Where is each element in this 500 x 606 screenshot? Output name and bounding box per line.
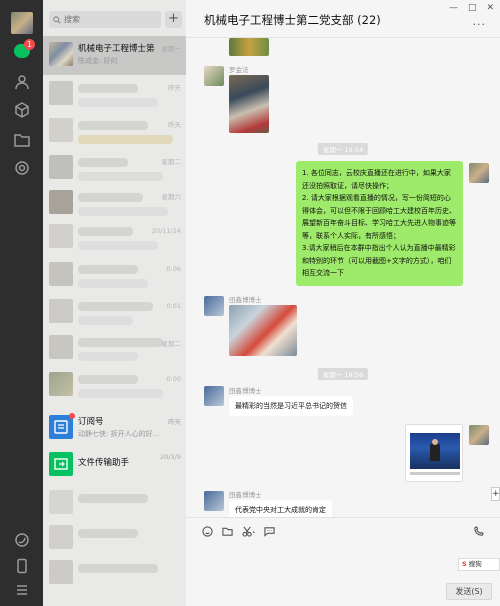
chat-item-time: 昨天 [168,84,181,92]
group-avatar [49,42,73,66]
chat-item-time: 星期二 [161,158,182,166]
add-chat-button[interactable]: + [165,11,182,28]
emoji-icon[interactable] [202,526,213,537]
chat-item-time: 星期一 [161,45,182,53]
chat-item-preview: 陈成金: 好的 [78,57,118,65]
file-transfer-icon [49,452,73,476]
chat-item-time: 0:00 [166,375,181,383]
more-options-button[interactable]: ··· [473,18,487,31]
chat-item-time: 星期二 [161,340,182,348]
my-avatar[interactable] [469,163,489,183]
chat-window: 机械电子工程博士第二党支部 (22) — □ ✕ ··· 罗金法 星期一 19:… [186,0,500,606]
voice-call-icon[interactable] [473,526,484,537]
sent-message[interactable]: 1. 各位同志，云校庆直播还在进行中，如果大家还没拍照取证，请尽快操作； 2. … [296,161,463,286]
contacts-icon[interactable] [12,72,32,92]
search-box[interactable] [49,11,161,28]
window-controls: — □ ✕ [449,3,494,13]
chat-header: 机械电子工程博士第二党支部 (22) — □ ✕ ··· [186,0,500,38]
chat-item-time: 昨天 [168,418,181,426]
sender-name: 田鑫博博士 [229,296,262,304]
chat-item-time: 20/11/24 [151,227,181,235]
unread-badge: 1 [24,39,35,50]
chat-item-name: 文件传输助手 [78,458,130,468]
timestamp: 星期一 19:54 [317,143,369,155]
nav-sidebar: 1 [0,0,43,606]
moments-icon[interactable] [12,158,32,178]
photo-message[interactable] [229,75,269,133]
menu-icon[interactable] [12,580,32,600]
photo-message[interactable] [229,305,297,356]
search-input[interactable] [64,15,154,24]
send-button[interactable]: 发送(S) [446,583,492,600]
folder-icon[interactable] [12,130,32,150]
chat-item-time: 0:06 [166,265,181,273]
mini-program-icon[interactable] [12,530,32,550]
sender-name: 田鑫博博士 [229,387,262,395]
member-avatar[interactable] [204,386,224,406]
chat-item-file-helper[interactable]: 文件传输助手 20/3/9 [43,446,186,485]
timestamp: 星期一 19:56 [317,368,369,380]
chat-history-icon[interactable] [264,526,275,537]
my-avatar[interactable] [469,425,489,445]
chat-title: 机械电子工程博士第二党支部 (22) [204,13,381,27]
chat-item-preview: 动静七侠: 拆开人心的好... [78,430,160,438]
message-input-area[interactable]: S 搜狗 发送(S) [186,517,500,606]
member-avatar[interactable] [204,296,224,316]
received-message[interactable]: 最精彩的当然是习近平总书记的贺信 [229,396,353,416]
subscription-icon [49,413,75,439]
ime-indicator: S 搜狗 [458,558,500,571]
maximize-button[interactable]: □ [468,3,477,13]
sender-name: 田鑫博博士 [229,491,262,499]
chat-item-time: 20/3/9 [160,453,181,461]
phone-icon[interactable] [12,556,32,576]
scissors-icon[interactable] [242,526,255,537]
user-avatar[interactable] [11,12,33,34]
sender-name: 罗金法 [229,66,249,74]
input-toolbar [202,526,275,537]
minimize-button[interactable]: — [449,3,458,13]
chat-item-time: 星期六 [161,193,182,201]
chat-icon[interactable]: 1 [12,39,35,61]
chat-item-time: 0:01 [166,302,181,310]
side-expand-button[interactable]: + [491,487,500,501]
screenshot-message[interactable] [405,424,463,482]
member-avatar[interactable] [204,491,224,511]
chat-item-name: 机械电子工程博士第... [78,44,154,54]
favorites-cube-icon[interactable] [12,100,32,120]
chat-item-active[interactable]: 机械电子工程博士第... 星期一 陈成金: 好的 [43,36,186,75]
chat-list-panel: + 机械电子工程博士第... 星期一 陈成金: 好的 昨天 昨天 星期二 星期六… [43,0,186,606]
photo-message[interactable] [229,38,269,56]
chat-item-subscription[interactable]: 订阅号 昨天 动静七侠: 拆开人心的好... [43,409,186,448]
chat-item-time: 昨天 [168,121,181,129]
folder-icon[interactable] [222,526,233,537]
chat-item-name: 订阅号 [78,417,104,427]
close-button[interactable]: ✕ [486,3,494,13]
search-icon [53,15,61,24]
member-avatar[interactable] [204,66,224,86]
